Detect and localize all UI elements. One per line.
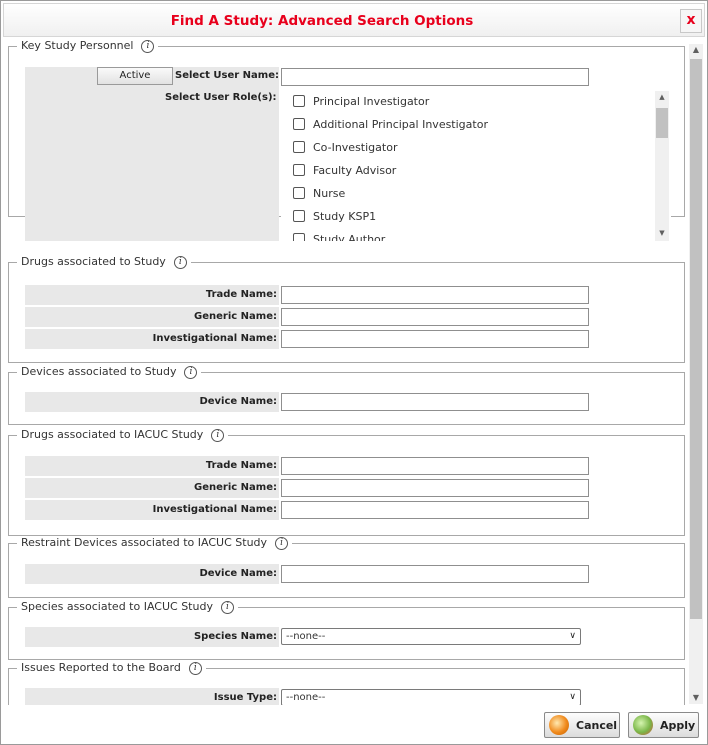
- investigational-name-label: Investigational Name:: [25, 329, 279, 349]
- scroll-up-icon[interactable]: ▲: [655, 91, 669, 103]
- device-name-input[interactable]: [281, 393, 589, 411]
- scroll-thumb[interactable]: [690, 59, 702, 619]
- generic-name-input[interactable]: [281, 479, 589, 497]
- apply-icon: [633, 715, 653, 735]
- dialog-content: Key Study Personnel i Active Select User …: [3, 39, 705, 705]
- scroll-down-icon[interactable]: ▼: [689, 692, 703, 704]
- close-button[interactable]: x: [680, 9, 702, 33]
- species-select[interactable]: --none-- ∨: [281, 628, 581, 645]
- species-name-label: Species Name:: [25, 627, 279, 647]
- device-name-label: Device Name:: [25, 564, 279, 584]
- investigational-name-input[interactable]: [281, 501, 589, 519]
- generic-name-label: Generic Name:: [25, 307, 279, 327]
- drugs-legend: Drugs associated to Study i: [17, 255, 191, 269]
- restraint-legend: Restraint Devices associated to IACUC St…: [17, 536, 292, 550]
- role-option[interactable]: Study Author: [293, 233, 385, 241]
- info-icon[interactable]: i: [211, 429, 225, 442]
- user-name-row: [25, 67, 681, 87]
- role-option[interactable]: Principal Investigator: [293, 95, 429, 111]
- iacuc-trade-row: Trade Name:: [25, 456, 681, 476]
- role-option[interactable]: Additional Principal Investigator: [293, 118, 488, 134]
- devices-legend: Devices associated to Study i: [17, 365, 201, 379]
- info-icon[interactable]: i: [173, 256, 187, 269]
- issue-row: Issue Type: --none-- ∨: [25, 688, 681, 705]
- device-row: Device Name:: [25, 392, 681, 412]
- checkbox[interactable]: [293, 233, 305, 241]
- checkbox[interactable]: [293, 210, 305, 222]
- chevron-down-icon: ∨: [569, 692, 576, 702]
- dialog-titlebar: Find A Study: Advanced Search Options: [3, 3, 705, 37]
- role-option[interactable]: Co-Investigator: [293, 141, 397, 157]
- checkbox[interactable]: [293, 187, 305, 199]
- scroll-down-icon[interactable]: ▼: [655, 227, 669, 239]
- ksp-label-panel: Active Select User Name: Select User Rol…: [25, 67, 279, 241]
- scroll-up-icon[interactable]: ▲: [689, 44, 703, 56]
- trade-name-input[interactable]: [281, 286, 589, 304]
- investigational-name-input[interactable]: [281, 330, 589, 348]
- checkbox[interactable]: [293, 118, 305, 130]
- info-icon[interactable]: i: [141, 40, 155, 53]
- info-icon[interactable]: i: [184, 366, 198, 379]
- restraint-device-row: Device Name:: [25, 564, 681, 584]
- trade-name-label: Trade Name:: [25, 456, 279, 476]
- chevron-down-icon: ∨: [569, 631, 576, 641]
- user-role-label: Select User Role(s):: [165, 92, 277, 103]
- iacuc-drugs-legend: Drugs associated to IACUC Study i: [17, 428, 228, 442]
- advanced-search-dialog: Find A Study: Advanced Search Options x …: [0, 0, 708, 745]
- ksp-legend: Key Study Personnel i: [17, 39, 158, 53]
- role-option[interactable]: Study KSP1: [293, 210, 376, 226]
- species-row: Species Name: --none-- ∨: [25, 627, 681, 647]
- role-option[interactable]: Nurse: [293, 187, 345, 203]
- apply-button[interactable]: Apply: [628, 712, 699, 738]
- checkbox[interactable]: [293, 95, 305, 107]
- trade-name-input[interactable]: [281, 457, 589, 475]
- checkbox[interactable]: [293, 141, 305, 153]
- content-scrollbar[interactable]: ▲ ▼: [689, 44, 703, 704]
- checkbox[interactable]: [293, 164, 305, 176]
- restraint-device-input[interactable]: [281, 565, 589, 583]
- issue-type-select[interactable]: --none-- ∨: [281, 689, 581, 705]
- cancel-label: Cancel: [576, 719, 618, 732]
- dialog-title: Find A Study: Advanced Search Options: [170, 13, 474, 29]
- drug-trade-row: Trade Name:: [25, 285, 681, 305]
- issue-type-label: Issue Type:: [25, 688, 279, 705]
- iacuc-investigational-row: Investigational Name:: [25, 500, 681, 520]
- species-legend: Species associated to IACUC Study i: [17, 600, 238, 614]
- info-icon[interactable]: i: [188, 662, 202, 675]
- info-icon[interactable]: i: [275, 537, 289, 550]
- info-icon[interactable]: i: [220, 601, 234, 614]
- iacuc-generic-row: Generic Name:: [25, 478, 681, 498]
- drug-generic-row: Generic Name:: [25, 307, 681, 327]
- trade-name-label: Trade Name:: [25, 285, 279, 305]
- issues-legend: Issues Reported to the Board i: [17, 661, 206, 675]
- investigational-name-label: Investigational Name:: [25, 500, 279, 520]
- drug-investigational-row: Investigational Name:: [25, 329, 681, 349]
- apply-label: Apply: [660, 719, 696, 732]
- role-list-scrollbar[interactable]: ▲ ▼: [655, 91, 669, 241]
- generic-name-input[interactable]: [281, 308, 589, 326]
- cancel-icon: [549, 715, 569, 735]
- scroll-thumb[interactable]: [656, 108, 668, 138]
- cancel-button[interactable]: Cancel: [544, 712, 620, 738]
- user-name-input[interactable]: [281, 68, 589, 86]
- role-option[interactable]: Faculty Advisor: [293, 164, 396, 180]
- user-role-list[interactable]: Principal Investigator Additional Princi…: [281, 91, 671, 241]
- generic-name-label: Generic Name:: [25, 478, 279, 498]
- device-name-label: Device Name:: [25, 392, 279, 412]
